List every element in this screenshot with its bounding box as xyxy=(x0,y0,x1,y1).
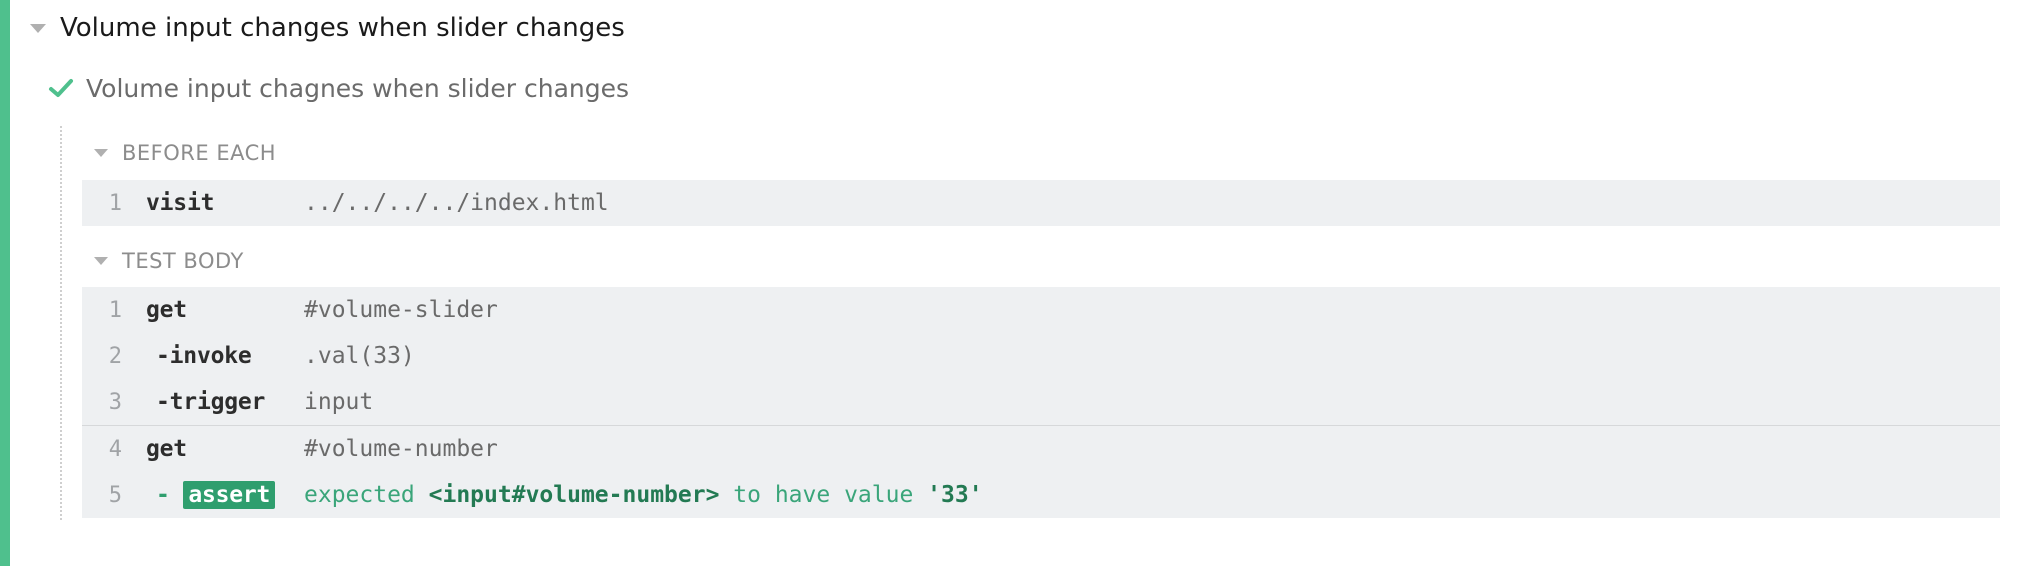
suite-header[interactable]: Volume input changes when slider changes xyxy=(30,12,625,44)
line-number: 2 xyxy=(108,343,122,369)
assert-msg-value: '33' xyxy=(927,482,983,508)
command-message: input xyxy=(304,389,374,415)
assert-badge: assert xyxy=(183,481,276,509)
caret-down-icon[interactable] xyxy=(94,149,108,157)
command-row[interactable]: 1 visit ../../../../index.html xyxy=(82,180,2000,226)
assert-msg-subject: <input#volume-number> xyxy=(428,482,720,508)
command-row[interactable]: 2 -invoke .val(33) xyxy=(82,333,2000,379)
command-name: get xyxy=(146,436,187,462)
command-message: .val(33) xyxy=(304,343,415,369)
command-row[interactable]: 1 get #volume-slider xyxy=(82,287,2000,333)
test-header[interactable]: Volume input chagnes when slider changes xyxy=(48,68,629,108)
test-body-header[interactable]: TEST BODY xyxy=(94,246,244,276)
suite-title: Volume input changes when slider changes xyxy=(60,13,625,43)
assert-message: expected <input#volume-number> to have v… xyxy=(304,482,983,508)
test-body-label: TEST BODY xyxy=(122,249,244,273)
line-number: 5 xyxy=(108,482,122,508)
assert-command-row[interactable]: 5 - assert expected <input#volume-number… xyxy=(82,472,2000,518)
command-name: visit xyxy=(146,190,215,216)
caret-down-icon[interactable] xyxy=(94,257,108,265)
check-icon xyxy=(49,79,73,97)
test-body-commands: 1 get #volume-slider 2 -invoke .val(33) … xyxy=(82,287,2000,518)
caret-down-icon[interactable] xyxy=(30,23,46,33)
command-name: get xyxy=(146,297,187,323)
line-number: 3 xyxy=(108,389,122,415)
child-dash: - xyxy=(156,482,170,508)
command-message: #volume-slider xyxy=(304,297,498,323)
line-number: 1 xyxy=(108,297,122,323)
line-number: 4 xyxy=(108,436,122,462)
test-title: Volume input chagnes when slider changes xyxy=(86,73,630,103)
before-each-label: BEFORE EACH xyxy=(122,141,277,165)
command-name: -invoke xyxy=(156,343,252,369)
command-row[interactable]: 3 -trigger input xyxy=(82,379,2000,425)
line-number: 1 xyxy=(108,190,122,216)
command-name: - assert xyxy=(156,481,276,509)
command-message: #volume-number xyxy=(304,436,498,462)
pass-status-bar xyxy=(0,0,10,566)
before-each-header[interactable]: BEFORE EACH xyxy=(94,138,276,168)
tree-guide-line xyxy=(60,126,62,520)
command-message: ../../../../index.html xyxy=(304,190,609,216)
assert-msg-verb: to have value xyxy=(733,482,914,508)
command-name: -trigger xyxy=(156,389,266,415)
command-row[interactable]: 4 get #volume-number xyxy=(82,425,2000,472)
assert-msg-expected: expected xyxy=(304,482,415,508)
before-each-commands: 1 visit ../../../../index.html xyxy=(82,180,2000,226)
